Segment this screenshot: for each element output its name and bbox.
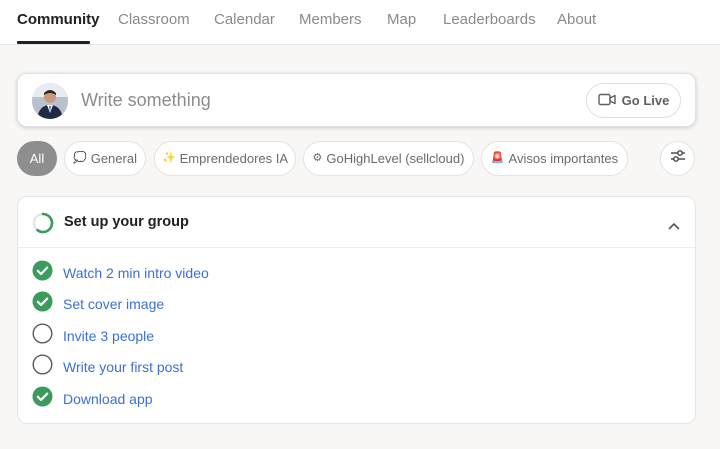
- tab-about[interactable]: About: [557, 11, 596, 28]
- empty-circle-icon: [32, 323, 53, 349]
- task-label[interactable]: Watch 2 min intro video: [63, 265, 209, 281]
- tab-leaderboards[interactable]: Leaderboards: [443, 11, 536, 28]
- task-label[interactable]: Set cover image: [63, 296, 164, 312]
- top-nav: Community Classroom Calendar Members Map…: [0, 0, 720, 45]
- task-label[interactable]: Write your first post: [63, 359, 183, 375]
- chip-label: Emprendedores IA: [179, 151, 289, 166]
- write-something-input[interactable]: Write something: [81, 90, 211, 111]
- setup-card-header[interactable]: Set up your group: [18, 197, 695, 248]
- chip-general[interactable]: 💭 General: [64, 141, 146, 176]
- progress-ring: [32, 212, 54, 234]
- task-item[interactable]: Download app: [32, 386, 153, 412]
- setup-group-card: Set up your group Watch 2 min intro vide…: [17, 196, 696, 424]
- chip-label: All: [29, 151, 45, 166]
- setup-card-title: Set up your group: [64, 214, 189, 230]
- task-label[interactable]: Download app: [63, 391, 153, 407]
- tab-community[interactable]: Community: [17, 11, 100, 28]
- chevron-up-icon[interactable]: [668, 217, 680, 235]
- tab-members[interactable]: Members: [299, 11, 362, 28]
- tab-calendar[interactable]: Calendar: [214, 11, 275, 28]
- thought-bubble-icon: 💭: [73, 152, 87, 164]
- post-composer[interactable]: Write something Go Live: [17, 73, 696, 127]
- go-live-button[interactable]: Go Live: [586, 83, 681, 118]
- task-item[interactable]: Set cover image: [32, 291, 164, 317]
- check-circle-icon: [32, 386, 53, 412]
- avatar[interactable]: [32, 83, 68, 119]
- tab-classroom[interactable]: Classroom: [118, 11, 190, 28]
- siren-icon: 🚨: [490, 152, 505, 164]
- chip-emprendedores-ia[interactable]: ✨ Emprendedores IA: [154, 141, 296, 176]
- task-item[interactable]: Invite 3 people: [32, 323, 154, 349]
- sparkles-icon: ✨: [161, 152, 176, 164]
- task-item[interactable]: Watch 2 min intro video: [32, 260, 209, 286]
- empty-circle-icon: [32, 354, 53, 380]
- tab-map[interactable]: Map: [387, 11, 416, 28]
- chip-all[interactable]: All: [17, 141, 57, 176]
- check-circle-icon: [32, 291, 53, 317]
- task-label[interactable]: Invite 3 people: [63, 328, 154, 344]
- check-circle-icon: [32, 260, 53, 286]
- chip-label: Avisos importantes: [508, 151, 619, 166]
- chip-label: GoHighLevel (sellcloud): [326, 151, 465, 166]
- active-tab-indicator: [17, 41, 90, 44]
- go-live-label: Go Live: [621, 93, 670, 108]
- chip-avisos-importantes[interactable]: 🚨 Avisos importantes: [481, 141, 628, 176]
- task-item[interactable]: Write your first post: [32, 354, 183, 380]
- gear-icon: ⚙: [312, 152, 323, 164]
- video-camera-icon: [597, 93, 616, 109]
- sliders-icon: [670, 149, 686, 168]
- chip-label: General: [90, 151, 137, 166]
- filter-settings-button[interactable]: [660, 141, 695, 176]
- chip-gohighlevel[interactable]: ⚙ GoHighLevel (sellcloud): [303, 141, 474, 176]
